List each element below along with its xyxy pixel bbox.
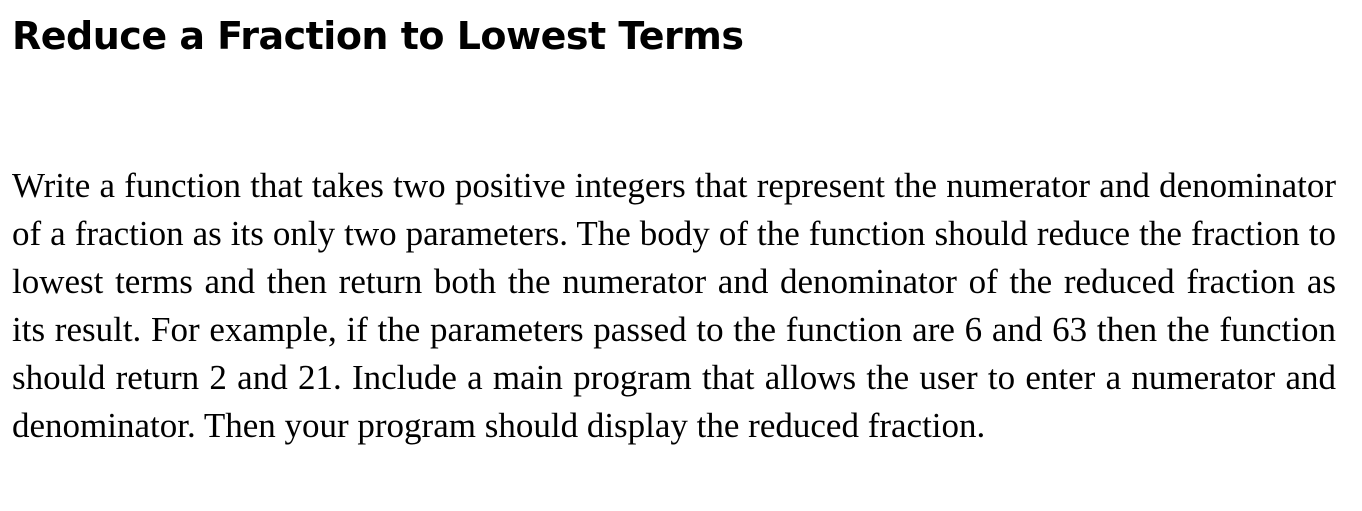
- exercise-description: Write a function that takes two positive…: [12, 166, 1336, 445]
- exercise-title: Reduce a Fraction to Lowest Terms: [12, 14, 744, 58]
- document-page: Reduce a Fraction to Lowest Terms Write …: [0, 0, 1362, 511]
